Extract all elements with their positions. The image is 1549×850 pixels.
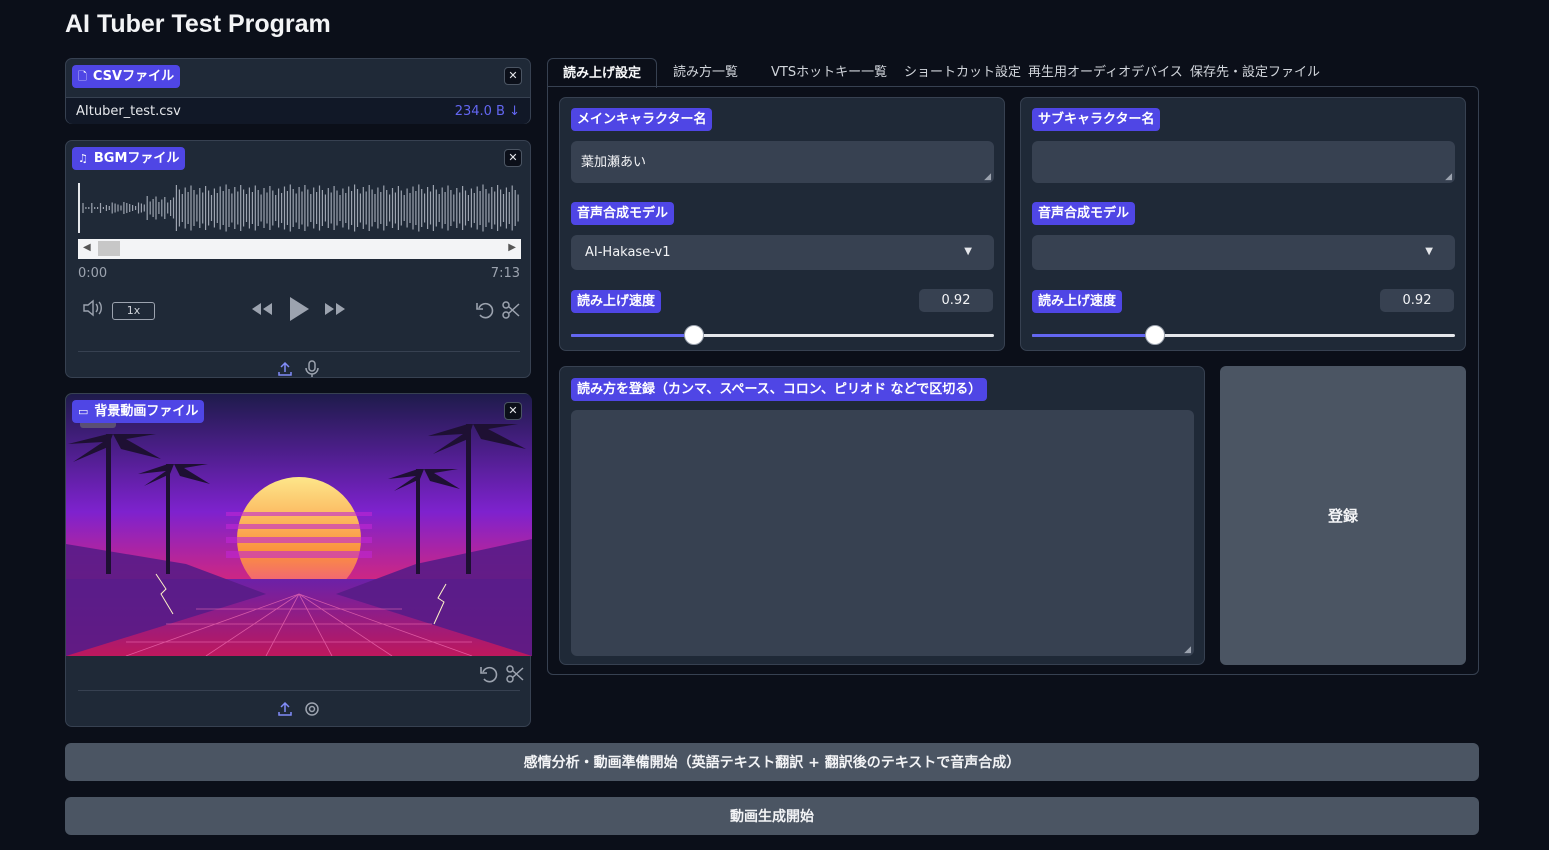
music-icon: ♫ — [78, 152, 88, 165]
time-total: 7:13 — [490, 266, 520, 281]
main-speed-label: 読み上げ速度 — [571, 290, 662, 313]
main-speed-slider-fill — [571, 334, 694, 337]
main-model-dropdown[interactable]: AI-Hakase-v1 ▼ — [571, 235, 994, 270]
main-character-name-value: 葉加瀬あい — [581, 155, 647, 170]
background-video-preview[interactable]: 1.00 — [66, 394, 532, 656]
playback-speed-button[interactable]: 1x — [112, 302, 155, 320]
scissors-icon[interactable] — [505, 664, 525, 689]
tab-shortcuts[interactable]: ショートカット設定 — [904, 58, 1021, 88]
undo-icon[interactable] — [475, 300, 495, 325]
bgm-divider — [78, 351, 520, 352]
main-character-panel: メインキャラクター名 葉加瀬あい ◢ 音声合成モデル AI-Hakase-v1 … — [559, 97, 1005, 351]
time-current: 0:00 — [78, 266, 108, 281]
upload-icon[interactable] — [277, 701, 293, 721]
video-icon: ▭ — [78, 405, 89, 418]
upload-icon[interactable] — [277, 361, 293, 381]
bgm-file-label: ♫ BGMファイル — [72, 147, 186, 170]
csv-filesize-download[interactable]: 234.0 B ↓ — [455, 104, 520, 119]
reading-registration-textarea[interactable]: ◢ — [571, 410, 1194, 656]
main-speed-number-input[interactable]: 0.92 — [919, 289, 993, 312]
video-close-button[interactable]: ✕ — [504, 402, 522, 420]
register-button[interactable]: 登録 — [1220, 366, 1466, 665]
reading-registration-label: 読み方を登録（カンマ、スペース、コロン、ピリオド などで区切る） — [571, 378, 988, 401]
webcam-icon[interactable] — [304, 701, 320, 721]
close-icon: ✕ — [508, 151, 518, 164]
sub-speed-slider[interactable] — [1032, 325, 1455, 345]
close-icon: ✕ — [508, 404, 518, 417]
sub-model-label: 音声合成モデル — [1032, 202, 1136, 225]
sub-speed-label: 読み上げ速度 — [1032, 290, 1123, 313]
main-character-name-label: メインキャラクター名 — [571, 108, 713, 131]
csv-file-label: 🗋 CSVファイル — [72, 65, 181, 88]
dropdown-caret-icon: ▼ — [1425, 246, 1433, 257]
sub-character-name-input[interactable]: ◢ — [1032, 141, 1455, 183]
scroll-right-arrow-icon[interactable]: ▶ — [508, 242, 516, 253]
resize-handle-icon[interactable]: ◢ — [984, 172, 991, 182]
resize-handle-icon[interactable]: ◢ — [1184, 645, 1191, 655]
app-title: AI Tuber Test Program — [65, 10, 331, 38]
main-character-name-input[interactable]: 葉加瀬あい ◢ — [571, 141, 994, 183]
csv-close-button[interactable]: ✕ — [504, 67, 522, 85]
tab-vts-hotkeys[interactable]: VTSホットキー一覧 — [771, 58, 887, 88]
file-icon: 🗋 — [78, 70, 87, 83]
main-model-label: 音声合成モデル — [571, 202, 675, 225]
synthwave-thumbnail-image — [66, 394, 532, 656]
bgm-close-button[interactable]: ✕ — [504, 149, 522, 167]
scissors-icon[interactable] — [501, 300, 521, 325]
undo-icon[interactable] — [479, 664, 499, 689]
scroll-left-arrow-icon[interactable]: ◀ — [83, 242, 91, 253]
rewind-icon[interactable] — [250, 300, 274, 323]
scrollbar-thumb[interactable] — [98, 241, 120, 256]
video-file-panel: 1.00 ▭背景動画ファイル ✕ — [65, 393, 532, 727]
tab-audio-device[interactable]: 再生用オーディオデバイス — [1028, 58, 1183, 88]
sub-speed-slider-fill — [1032, 334, 1155, 337]
csv-file-row[interactable]: AItuber_test.csv 234.0 B ↓ — [66, 97, 530, 124]
dropdown-caret-icon: ▼ — [964, 246, 972, 257]
emotion-analysis-start-button[interactable]: 感情分析・動画準備開始（英語テキスト翻訳 + 翻訳後のテキストで音声合成） — [65, 743, 1479, 781]
resize-handle-icon[interactable]: ◢ — [1445, 172, 1452, 182]
tab-reading-list[interactable]: 読み方一覧 — [673, 58, 738, 88]
waveform-scrollbar[interactable]: ◀ ▶ — [78, 239, 521, 259]
tab-save-settings[interactable]: 保存先・設定ファイル — [1190, 58, 1320, 88]
volume-icon[interactable] — [82, 299, 104, 322]
reading-registration-panel: 読み方を登録（カンマ、スペース、コロン、ピリオド などで区切る） ◢ — [559, 366, 1205, 665]
close-icon: ✕ — [508, 69, 518, 82]
tab-reading-settings[interactable]: 読み上げ設定 — [547, 58, 658, 88]
bgm-file-panel: ♫ BGMファイル ✕ ◀ ▶ 0:00 7:13 1x — [65, 140, 531, 378]
video-generation-start-button[interactable]: 動画生成開始 — [65, 797, 1479, 835]
play-icon[interactable] — [288, 296, 310, 327]
csv-filename: AItuber_test.csv — [76, 104, 181, 119]
sub-character-panel: サブキャラクター名 ◢ 音声合成モデル ▼ 読み上げ速度 0.92 — [1020, 97, 1466, 351]
microphone-icon[interactable] — [304, 360, 320, 382]
main-speed-slider-knob[interactable] — [683, 325, 704, 345]
forward-icon[interactable] — [323, 300, 347, 323]
bgm-waveform[interactable] — [78, 181, 521, 235]
csv-file-panel: 🗋 CSVファイル ✕ AItuber_test.csv 234.0 B ↓ — [65, 58, 531, 124]
main-model-value: AI-Hakase-v1 — [585, 245, 671, 260]
sub-character-name-label: サブキャラクター名 — [1032, 108, 1161, 131]
sub-speed-number-input[interactable]: 0.92 — [1380, 289, 1454, 312]
video-file-label: ▭ 背景動画ファイル — [72, 400, 205, 423]
sub-speed-slider-knob[interactable] — [1144, 325, 1165, 345]
video-divider — [78, 690, 520, 691]
main-speed-slider[interactable] — [571, 325, 994, 345]
sub-model-dropdown[interactable]: ▼ — [1032, 235, 1455, 270]
